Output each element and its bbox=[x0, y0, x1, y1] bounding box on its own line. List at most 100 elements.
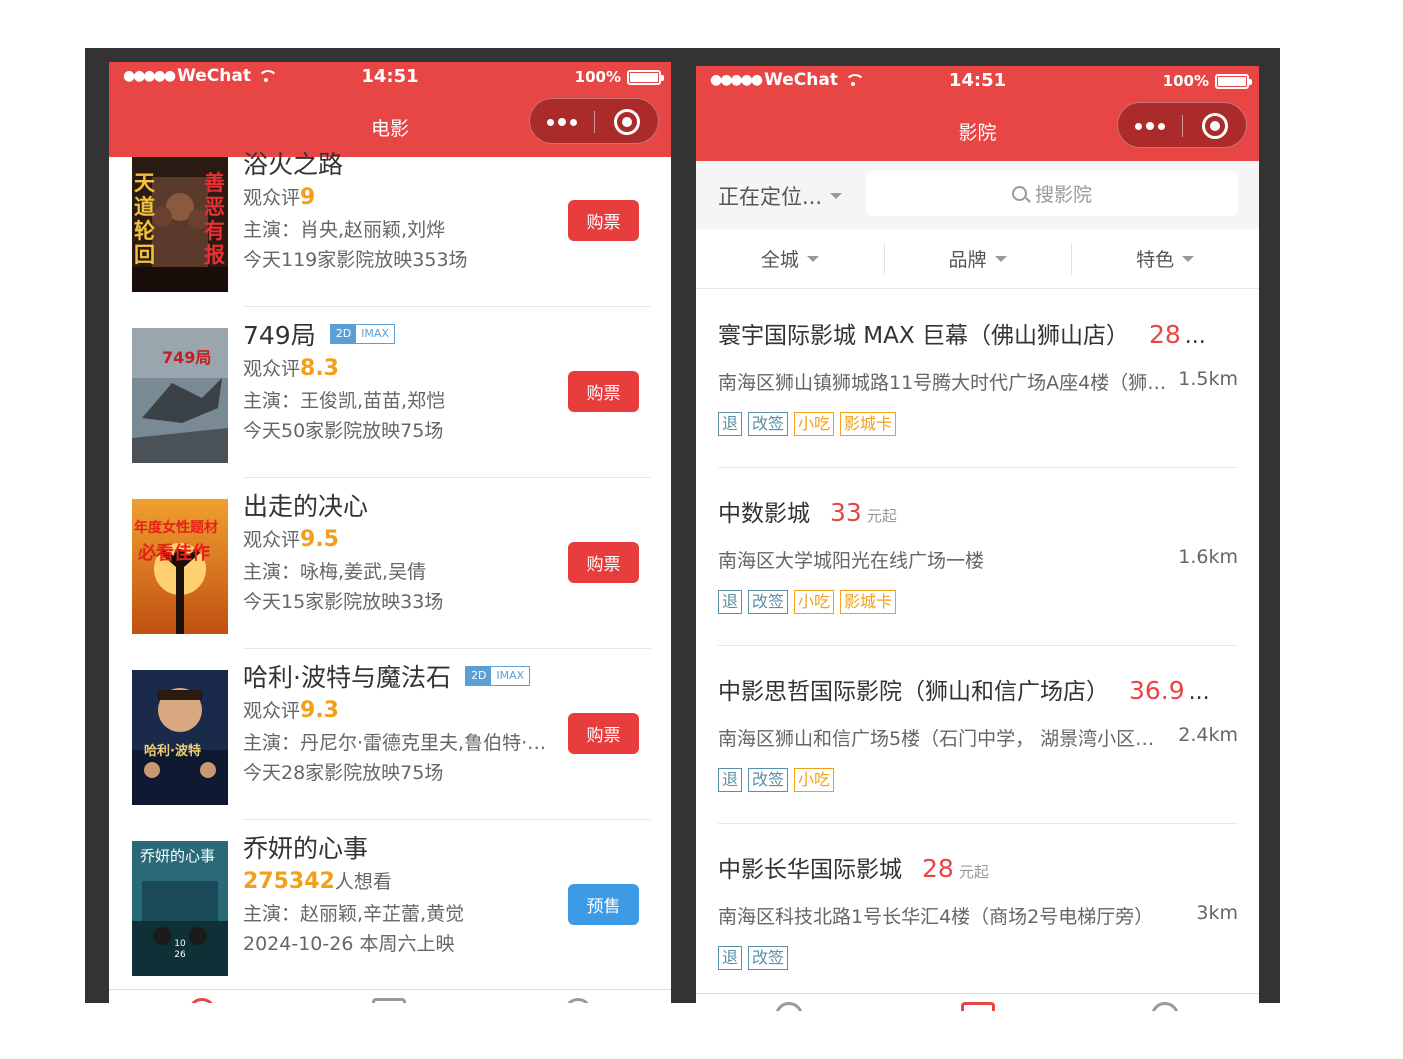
score-label: 观众评 bbox=[243, 187, 301, 209]
tab-cinema-icon[interactable] bbox=[961, 1002, 995, 1011]
want-label: 人想看 bbox=[334, 871, 392, 893]
tag-reschedule: 改签 bbox=[748, 590, 789, 614]
cinema-name: 中影思哲国际影院（狮山和信广场店） bbox=[718, 679, 1109, 705]
movie-title: 乔妍的心事 bbox=[243, 834, 369, 863]
movie-title: 出走的决心 bbox=[243, 492, 369, 521]
movie-item[interactable]: 乔妍的心事 10 26 乔妍的心事 275342人想看 主演：赵丽颖,辛芷蕾,黄… bbox=[109, 831, 671, 1002]
tag-cinema-card: 影城卡 bbox=[840, 590, 897, 614]
tag-snack: 小吃 bbox=[794, 768, 835, 792]
close-miniapp-icon[interactable] bbox=[1202, 113, 1228, 139]
movie-poster[interactable]: 年度女性题材 必看佳作 bbox=[132, 499, 228, 634]
header-bar: ●●●●● WeChat 14:51 100% 电影 bbox=[109, 62, 671, 157]
cinema-header: 中数影城 33 元起 bbox=[718, 494, 1238, 528]
more-icon[interactable] bbox=[530, 99, 594, 145]
cinema-name: 寰宇国际影城 MAX 巨幕（佛山狮山店） bbox=[718, 323, 1129, 349]
price-unit: 元起 bbox=[958, 863, 989, 881]
filter-city[interactable]: 全城 bbox=[696, 229, 884, 288]
tag-refund: 退 bbox=[718, 590, 743, 614]
search-input[interactable]: 搜影院 bbox=[866, 171, 1238, 216]
buy-ticket-button[interactable]: 购票 bbox=[568, 371, 639, 412]
filter-bar: 全城 品牌 特色 bbox=[696, 229, 1259, 289]
movie-score: 观众评8.3 bbox=[243, 354, 553, 382]
cinema-price: 33 bbox=[830, 498, 862, 527]
movie-poster[interactable]: 749局 bbox=[132, 328, 228, 463]
price-ellipsis: ... bbox=[1184, 324, 1206, 349]
buy-ticket-button[interactable]: 购票 bbox=[568, 713, 639, 754]
filter-feature[interactable]: 特色 bbox=[1071, 229, 1259, 288]
badge-imax: IMAX bbox=[496, 669, 525, 682]
buy-ticket-button[interactable]: 购票 bbox=[568, 200, 639, 241]
movie-poster[interactable]: 天道轮回 善恶有报 bbox=[132, 157, 228, 292]
movie-info: 乔妍的心事 275342人想看 主演：赵丽颖,辛芷蕾,黄觉 2024-10-26… bbox=[243, 831, 553, 955]
poster-title: 749局 bbox=[162, 348, 212, 367]
cinema-header: 中影长华国际影城 28 元起 bbox=[718, 850, 1238, 884]
battery-percent: 100% bbox=[574, 68, 621, 86]
cinema-tags: 退 改签 bbox=[718, 946, 789, 970]
tag-refund: 退 bbox=[718, 768, 743, 792]
movie-poster[interactable]: 哈利·波特 bbox=[132, 670, 228, 805]
cinema-address-row: 南海区大学城阳光在线广场一楼 1.6km bbox=[718, 546, 1238, 573]
score-value: 9.5 bbox=[300, 527, 339, 552]
want-count-value: 275342 bbox=[243, 869, 335, 894]
tab-movie-icon[interactable] bbox=[188, 998, 216, 1003]
cinema-item[interactable]: 中影思哲国际影院（狮山和信广场店） 36.9 ... 南海区狮山和信广场5楼（石… bbox=[718, 646, 1238, 824]
search-placeholder: 搜影院 bbox=[1034, 184, 1092, 206]
score-value: 9.3 bbox=[300, 698, 339, 723]
tag-cinema-card: 影城卡 bbox=[840, 412, 897, 436]
battery-icon bbox=[627, 69, 664, 85]
cinema-tags: 退 改签 小吃 影城卡 bbox=[718, 412, 897, 436]
format-badge: 2D IMAX bbox=[464, 666, 531, 686]
price-ellipsis: ... bbox=[1188, 680, 1210, 705]
cinema-distance: 3km bbox=[1196, 902, 1238, 924]
cinema-price: 28 bbox=[922, 854, 954, 883]
movie-showing: 今天119家影院放映353场 bbox=[243, 249, 468, 271]
close-miniapp-icon[interactable] bbox=[614, 109, 640, 135]
movie-score: 观众评9.5 bbox=[243, 525, 553, 553]
cinema-header: 寰宇国际影城 MAX 巨幕（佛山狮山店） 28 ... bbox=[718, 316, 1238, 350]
movie-poster[interactable]: 乔妍的心事 10 26 bbox=[132, 841, 228, 976]
movie-showing: 今天28家影院放映75场 bbox=[243, 762, 444, 784]
cinema-item[interactable]: 中影长华国际影城 28 元起 南海区科技北路1号长华汇4楼（商场2号电梯厅旁） … bbox=[718, 824, 1238, 1002]
chevron-down-icon bbox=[994, 255, 1007, 262]
tab-cinema-icon[interactable] bbox=[372, 998, 406, 1003]
more-icon[interactable] bbox=[1118, 103, 1182, 149]
cinema-item[interactable]: 中数影城 33 元起 南海区大学城阳光在线广场一楼 1.6km 退 改签 小吃 … bbox=[718, 468, 1238, 646]
movie-item[interactable]: 哈利·波特 哈利·波特与魔法石 2D IMAX 观众评9.3 主演：丹尼尔·雷德克… bbox=[109, 660, 671, 831]
chevron-down-icon bbox=[1182, 255, 1195, 262]
cinema-price: 28 bbox=[1148, 320, 1181, 349]
movie-item[interactable]: 749局 749局 2D IMAX 观众评8.3 主演：王俊凯,苗苗,郑恺 今天5… bbox=[109, 318, 671, 489]
movie-title-text: 749局 bbox=[243, 321, 316, 350]
movie-cast: 主演：赵丽颖,辛芷蕾,黄觉 bbox=[243, 903, 465, 925]
chevron-down-icon bbox=[830, 193, 843, 199]
presale-button[interactable]: 预售 bbox=[568, 884, 639, 925]
location-selector[interactable]: 正在定位... bbox=[718, 181, 843, 211]
movie-item[interactable]: 天道轮回 善恶有报 浴火之路 观众评9 主演：肖央,赵丽颖,刘烨 今天119家影… bbox=[109, 147, 671, 318]
battery-percent: 100% bbox=[1162, 72, 1209, 90]
cinema-address-row: 南海区狮山和信广场5楼（石门中学， 湖景湾小区对面） 2.4km bbox=[718, 724, 1238, 751]
tab-bar bbox=[696, 993, 1259, 1011]
tag-reschedule: 改签 bbox=[748, 768, 789, 792]
cinema-item[interactable]: 寰宇国际影城 MAX 巨幕（佛山狮山店） 28 ... 南海区狮山镇狮城路11号… bbox=[718, 290, 1238, 468]
movie-cast: 主演：咏梅,姜武,吴倩 bbox=[243, 561, 427, 583]
buy-ticket-button[interactable]: 购票 bbox=[568, 542, 639, 583]
score-label: 观众评 bbox=[243, 358, 301, 380]
cinema-tags: 退 改签 小吃 bbox=[718, 768, 835, 792]
tab-profile-icon[interactable] bbox=[564, 998, 592, 1003]
filter-brand[interactable]: 品牌 bbox=[883, 229, 1072, 288]
tab-movie-icon[interactable] bbox=[775, 1002, 803, 1011]
tab-profile-icon[interactable] bbox=[1151, 1002, 1179, 1011]
movie-want-count: 275342人想看 bbox=[243, 867, 553, 895]
cinema-address-row: 南海区狮山镇狮城路11号腾大时代广场A座4楼（狮城路与禅炭路交汇处） 1.5km bbox=[718, 368, 1238, 395]
movie-score: 观众评9.3 bbox=[243, 696, 553, 724]
movie-item[interactable]: 年度女性题材 必看佳作 出走的决心 观众评9.5 主演：咏梅,姜武,吴倩 今天1… bbox=[109, 489, 671, 660]
poster-tagline-2: 必看佳作 bbox=[138, 543, 210, 564]
filter-label: 品牌 bbox=[948, 249, 987, 271]
poster-tagline-1: 年度女性题材 bbox=[134, 520, 218, 536]
tag-reschedule: 改签 bbox=[748, 412, 789, 436]
movie-info: 浴火之路 观众评9 主演：肖央,赵丽颖,刘烨 今天119家影院放映353场 bbox=[243, 147, 553, 271]
cinema-name: 中数影城 bbox=[718, 501, 810, 527]
movie-showing: 今天50家影院放映75场 bbox=[243, 420, 444, 442]
movie-info: 出走的决心 观众评9.5 主演：咏梅,姜武,吴倩 今天15家影院放映33场 bbox=[243, 489, 553, 613]
divider bbox=[243, 819, 651, 820]
filter-label: 特色 bbox=[1136, 249, 1175, 271]
